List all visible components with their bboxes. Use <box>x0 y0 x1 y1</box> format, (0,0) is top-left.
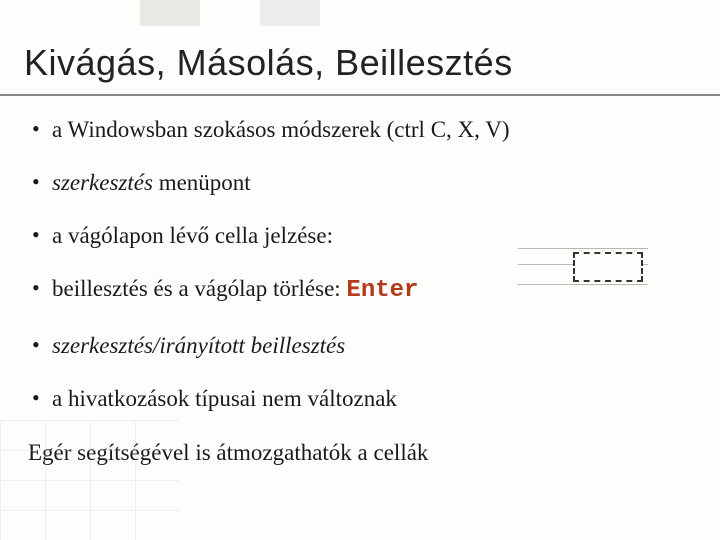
bullet-text: a Windowsban szokásos módszerek (ctrl C,… <box>52 117 510 142</box>
bottom-paragraph: Egér segítségével is átmozgathatók a cel… <box>0 436 720 466</box>
bullet-list: a Windowsban szokásos módszerek (ctrl C,… <box>28 114 692 414</box>
key-label: Enter <box>346 277 418 304</box>
bullet-item: beillesztés és a vágólap törlése: Enter <box>28 273 692 307</box>
bullet-text: beillesztés és a vágólap törlése: <box>52 276 346 301</box>
slide-title: Kivágás, Másolás, Beillesztés <box>0 0 720 96</box>
bullet-text-italic: szerkesztés/irányított beillesztés <box>52 333 345 358</box>
bullet-item: a vágólapon lévő cella jelzése: <box>28 220 692 251</box>
bullet-text: a vágólapon lévő cella jelzése: <box>52 223 333 248</box>
bullet-item: szerkesztés/irányított beillesztés <box>28 330 692 361</box>
bullet-text: a hivatkozások típusai nem változnak <box>52 386 397 411</box>
bottom-text: Egér segítségével is átmozgathatók a cel… <box>28 440 428 465</box>
slide: Kivágás, Másolás, Beillesztés a Windowsb… <box>0 0 720 540</box>
bullet-item: szerkesztés menüpont <box>28 167 692 198</box>
slide-body: a Windowsban szokásos módszerek (ctrl C,… <box>0 96 720 414</box>
bullet-text: menüpont <box>153 170 251 195</box>
bullet-text-italic: szerkesztés <box>52 170 153 195</box>
bullet-item: a hivatkozások típusai nem változnak <box>28 383 692 414</box>
bullet-item: a Windowsban szokásos módszerek (ctrl C,… <box>28 114 692 145</box>
